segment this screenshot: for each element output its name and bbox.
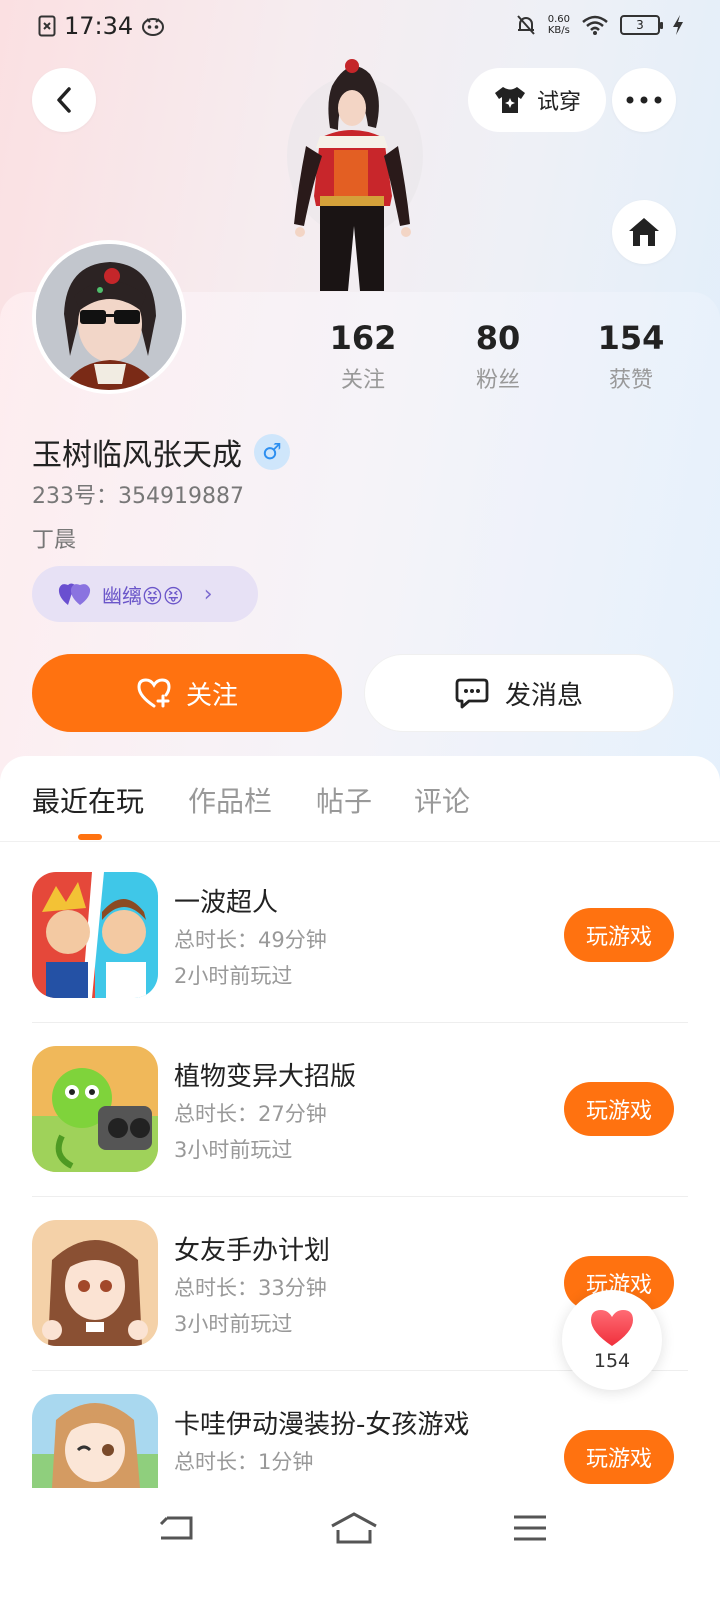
like-floating-button[interactable]: 154 bbox=[562, 1290, 662, 1390]
chat-bubble-icon bbox=[455, 678, 489, 709]
game-name: 一波超人 bbox=[174, 888, 279, 918]
nav-home-button[interactable] bbox=[324, 1508, 384, 1548]
profile-avatar[interactable] bbox=[32, 240, 186, 394]
game-list-item[interactable]: 植物变异大招版 总时长：27分钟 3小时前玩过 玩游戏 bbox=[32, 1046, 688, 1220]
play-game-button[interactable]: 玩游戏 bbox=[564, 1082, 674, 1136]
more-button[interactable] bbox=[612, 68, 676, 132]
game-last-played: 2小时前玩过 bbox=[174, 964, 293, 988]
play-game-button[interactable]: 玩游戏 bbox=[564, 1430, 674, 1484]
nav-back-icon bbox=[159, 1516, 193, 1540]
nav-menu-button[interactable] bbox=[500, 1508, 560, 1548]
send-message-button[interactable]: 发消息 bbox=[364, 654, 674, 732]
status-bar: 17:34 0.60 KB/s 3 bbox=[0, 0, 720, 56]
game-last-played: 3小时前玩过 bbox=[174, 1312, 293, 1336]
app-notification-icon bbox=[142, 18, 165, 36]
battery-icon: 3 bbox=[620, 15, 663, 35]
home-button[interactable] bbox=[612, 200, 676, 264]
stat-fans-label: 粉丝 bbox=[475, 368, 520, 393]
system-navigation-bar bbox=[0, 1488, 720, 1600]
stat-following-value: 162 bbox=[329, 319, 397, 357]
nav-menu-icon bbox=[514, 1515, 546, 1541]
game-icon bbox=[32, 1220, 158, 1346]
game-name: 女友手办计划 bbox=[174, 1236, 331, 1266]
nav-home-icon bbox=[331, 1512, 377, 1544]
profile-username-row: 玉树临风张天成 ♂ bbox=[32, 430, 290, 474]
more-dots-icon bbox=[626, 96, 662, 104]
net-speed-value: 0.60 bbox=[547, 14, 570, 25]
tab-comments[interactable]: 评论 bbox=[414, 780, 470, 820]
game-list-item[interactable]: 一波超人 总时长：49分钟 2小时前玩过 玩游戏 bbox=[32, 872, 688, 1046]
try-on-label: 试穿 bbox=[536, 90, 581, 115]
follow-button[interactable]: 关注 bbox=[32, 654, 342, 732]
stat-likes-label: 获赞 bbox=[608, 368, 653, 393]
follow-label: 关注 bbox=[185, 680, 238, 711]
play-game-button[interactable]: 玩游戏 bbox=[564, 908, 674, 962]
mute-bell-icon bbox=[516, 15, 535, 35]
list-divider bbox=[32, 1022, 688, 1023]
game-duration: 总时长：33分钟 bbox=[174, 1276, 327, 1300]
battery-level: 3 bbox=[636, 18, 644, 32]
chevron-right-icon: › bbox=[203, 581, 213, 607]
stat-likes[interactable]: 154 获赞 bbox=[566, 318, 696, 394]
stat-likes-value: 154 bbox=[597, 319, 665, 357]
double-heart-icon bbox=[58, 583, 91, 605]
game-last-played: 3小时前玩过 bbox=[174, 1138, 293, 1162]
avatar-image bbox=[36, 244, 182, 390]
charging-icon bbox=[673, 15, 683, 35]
heart-plus-icon bbox=[137, 678, 171, 708]
try-on-button[interactable]: 试穿 bbox=[468, 68, 606, 132]
relationship-tag-label: 幽缡😝😝 bbox=[102, 583, 184, 608]
network-speed: 0.60 KB/s bbox=[548, 14, 570, 36]
like-count: 154 bbox=[593, 1350, 631, 1372]
game-name: 植物变异大招版 bbox=[174, 1062, 357, 1092]
game-duration: 总时长：1分钟 bbox=[174, 1450, 314, 1474]
tab-posts[interactable]: 帖子 bbox=[316, 780, 372, 820]
avatar-3d-figure[interactable] bbox=[280, 56, 440, 291]
home-icon bbox=[629, 218, 659, 246]
stat-fans-value: 80 bbox=[475, 319, 521, 357]
list-divider bbox=[32, 1196, 688, 1197]
send-message-label: 发消息 bbox=[504, 680, 583, 711]
stat-following-label: 关注 bbox=[340, 368, 385, 393]
tab-works[interactable]: 作品栏 bbox=[188, 780, 272, 820]
game-icon bbox=[32, 1046, 158, 1172]
back-button[interactable] bbox=[32, 68, 96, 132]
relationship-tag[interactable]: 幽缡😝😝 › bbox=[32, 566, 258, 622]
profile-tabs: 最近在玩 作品栏 帖子 评论 bbox=[0, 756, 720, 842]
profile-username: 玉树临风张天成 bbox=[32, 438, 242, 473]
stat-following[interactable]: 162 关注 bbox=[298, 318, 428, 394]
heart-icon bbox=[591, 1310, 633, 1346]
profile-bio: 丁晨 bbox=[32, 528, 77, 553]
net-speed-unit: KB/s bbox=[547, 25, 570, 36]
chevron-left-icon bbox=[57, 87, 71, 113]
status-time: 17:34 bbox=[64, 12, 134, 40]
game-duration: 总时长：27分钟 bbox=[174, 1102, 327, 1126]
active-tab-indicator bbox=[78, 834, 102, 840]
sim-missing-icon bbox=[38, 15, 56, 37]
tab-recently-played[interactable]: 最近在玩 bbox=[32, 780, 144, 820]
profile-uid: 233号：354919887 bbox=[32, 484, 244, 509]
game-name: 卡哇伊动漫装扮-女孩游戏 bbox=[174, 1410, 470, 1440]
tshirt-icon bbox=[494, 87, 525, 113]
game-icon bbox=[32, 872, 158, 998]
nav-back-button[interactable] bbox=[146, 1508, 206, 1548]
game-duration: 总时长：49分钟 bbox=[174, 928, 327, 952]
stat-fans[interactable]: 80 粉丝 bbox=[433, 318, 563, 394]
wifi-icon bbox=[582, 15, 608, 35]
male-icon: ♂ bbox=[254, 434, 290, 470]
